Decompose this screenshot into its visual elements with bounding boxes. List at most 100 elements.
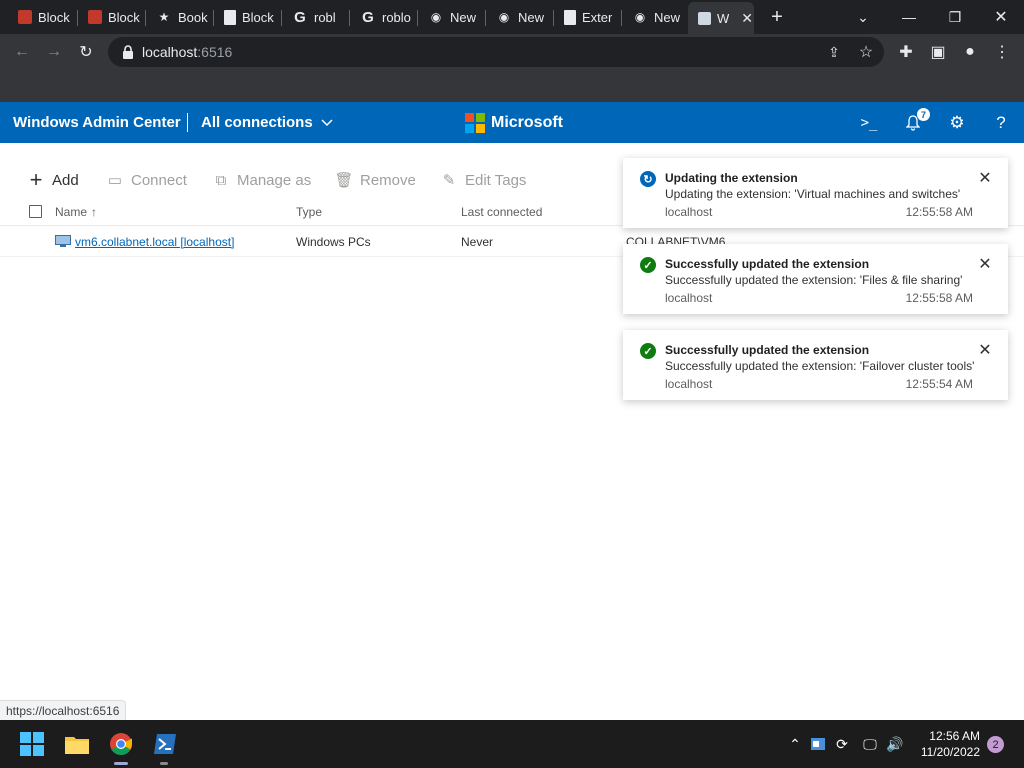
close-window-button[interactable]: ✕: [978, 0, 1024, 34]
profile-icon[interactable]: ●: [958, 40, 982, 64]
browser-tab[interactable]: ★ Book: [146, 4, 212, 30]
toast-message: Successfully updated the extension: 'Fai…: [665, 359, 975, 373]
close-icon[interactable]: ✕: [976, 169, 994, 187]
column-header-name[interactable]: Name ↑: [55, 205, 97, 219]
browser-tab[interactable]: Block: [8, 4, 74, 30]
roblox-favicon-icon: [88, 10, 102, 24]
share-icon[interactable]: ⇪: [822, 40, 846, 64]
close-icon[interactable]: ✕: [976, 341, 994, 359]
checkmark-icon: ✓: [640, 343, 656, 359]
taskbar-clock[interactable]: 12:56 AM 11/20/2022: [916, 728, 980, 760]
column-header-type[interactable]: Type: [296, 205, 322, 219]
browser-tab-strip: Block Block ★ Book Block G robl G roblo …: [0, 0, 1024, 34]
close-icon[interactable]: ✕: [976, 255, 994, 273]
chrome-icon: [110, 733, 132, 755]
google-icon: G: [362, 8, 374, 26]
powershell-icon: [154, 734, 176, 754]
connections-dropdown[interactable]: All connections: [201, 114, 333, 131]
add-button[interactable]: + Add: [27, 167, 79, 192]
powershell-icon[interactable]: >_: [858, 112, 880, 134]
windows-taskbar: ⌃ ⟳ 🖵 🔊 12:56 AM 11/20/2022: [0, 720, 1024, 768]
sync-alert-icon[interactable]: ⟳: [832, 734, 852, 754]
pencil-icon: ✎: [442, 172, 456, 189]
windows-logo-icon: [20, 732, 44, 756]
roblox-favicon-icon: [18, 10, 32, 24]
back-icon[interactable]: ←: [10, 40, 34, 64]
lock-icon: [123, 45, 133, 59]
sort-ascending-icon: ↑: [91, 205, 98, 219]
powershell-taskbar-button[interactable]: [149, 728, 181, 760]
chrome-icon: ◉: [498, 10, 510, 24]
notifications-bell-icon[interactable]: 7: [902, 108, 930, 134]
network-icon[interactable]: 🖵: [860, 734, 880, 754]
notification-toast: ✓ Successfully updated the extension Suc…: [623, 244, 1008, 314]
toast-title: Updating the extension: [665, 171, 798, 185]
chevron-down-icon: [321, 118, 333, 126]
running-indicator: [160, 762, 168, 765]
toast-message: Successfully updated the extension: 'Fil…: [665, 273, 963, 287]
clock-date: 11/20/2022: [920, 745, 980, 759]
forward-icon[interactable]: →: [42, 40, 66, 64]
checkmark-icon: ✓: [640, 257, 656, 273]
edit-tags-button[interactable]: ✎ Edit Tags: [440, 169, 527, 191]
volume-icon[interactable]: 🔊: [885, 734, 905, 754]
remove-button[interactable]: 🗑 Remove: [334, 169, 415, 191]
browser-tab[interactable]: Exter: [554, 4, 620, 30]
reload-icon[interactable]: ↻: [74, 40, 98, 64]
notification-center-badge[interactable]: 2: [987, 736, 1004, 753]
server-name-link[interactable]: vm6.collabnet.local [localhost]: [75, 235, 234, 249]
browser-tab[interactable]: ◉ New: [622, 4, 688, 30]
chrome-icon: ◉: [634, 10, 646, 24]
link-status-bubble: https://localhost:6516: [0, 700, 127, 720]
settings-gear-icon[interactable]: ⚙: [946, 112, 968, 134]
toast-source: localhost: [665, 377, 713, 391]
app-title[interactable]: Windows Admin Center: [13, 114, 181, 131]
manage-as-button[interactable]: ⧉ Manage as: [212, 169, 312, 191]
browser-tab[interactable]: Block: [214, 4, 280, 30]
address-bar[interactable]: localhost:6516 ⇪ ☆: [108, 37, 884, 67]
star-icon: ★: [158, 10, 170, 24]
connect-button[interactable]: ▭ Connect: [106, 169, 187, 191]
clock-time: 12:56 AM: [929, 729, 980, 743]
browser-tab-active[interactable]: W ✕: [688, 2, 754, 34]
browser-tab[interactable]: G roblo: [350, 4, 416, 30]
close-tab-icon[interactable]: ✕: [741, 10, 753, 27]
browser-tab[interactable]: Block: [78, 4, 144, 30]
tab-search-icon[interactable]: ⌄: [840, 0, 886, 34]
chrome-taskbar-button[interactable]: [105, 728, 137, 760]
folder-icon: [65, 737, 89, 754]
file-explorer-button[interactable]: [61, 728, 93, 760]
server-type: Windows PCs: [296, 235, 371, 249]
start-button[interactable]: [16, 728, 48, 760]
restore-button[interactable]: ❐: [932, 0, 978, 34]
bookmark-star-icon[interactable]: ☆: [854, 40, 878, 64]
help-icon[interactable]: ?: [990, 112, 1012, 134]
menu-icon[interactable]: ⋮: [990, 40, 1014, 64]
select-all-checkbox[interactable]: [29, 205, 42, 218]
extensions-icon[interactable]: ✚: [894, 40, 918, 64]
browser-tab[interactable]: ◉ New: [486, 4, 552, 30]
show-hidden-icons-chevron-icon[interactable]: ⌃: [785, 734, 805, 754]
browser-tab[interactable]: ◉ New: [418, 4, 484, 30]
running-indicator: [114, 762, 128, 765]
column-header-last-connected[interactable]: Last connected: [461, 205, 542, 219]
computer-icon: [55, 235, 71, 248]
minimize-button[interactable]: —: [886, 0, 932, 34]
new-tab-button[interactable]: +: [754, 0, 800, 34]
toast-time: 12:55:58 AM: [905, 205, 973, 219]
document-icon: [564, 9, 576, 25]
document-icon: [224, 9, 236, 25]
browser-tab[interactable]: G robl: [282, 4, 348, 30]
toast-title: Successfully updated the extension: [665, 343, 870, 357]
google-icon: G: [294, 8, 306, 26]
notification-toast: ✓ Successfully updated the extension Suc…: [623, 330, 1008, 400]
microsoft-logo: Microsoft: [465, 113, 563, 133]
manage-as-icon: ⧉: [215, 171, 227, 189]
toast-source: localhost: [665, 205, 713, 219]
side-panel-icon[interactable]: ▣: [926, 40, 950, 64]
trash-icon: 🗑: [334, 172, 354, 189]
connect-icon: ▭: [107, 172, 123, 189]
sync-icon: ↻: [640, 171, 656, 187]
server-favicon-icon: [698, 11, 711, 25]
server-manager-icon[interactable]: [808, 734, 828, 754]
